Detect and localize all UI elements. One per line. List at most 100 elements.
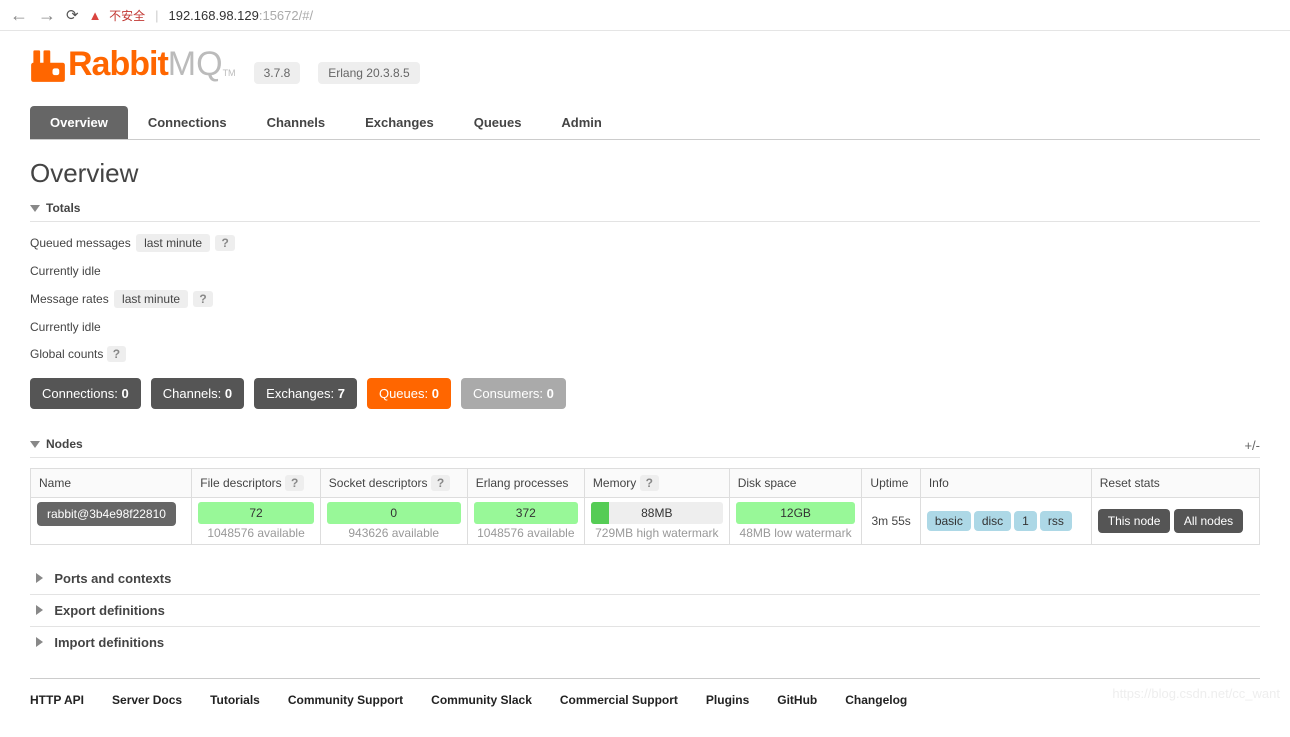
chevron-down-icon xyxy=(30,441,40,448)
col-info[interactable]: Info xyxy=(920,469,1091,498)
section-import-toggle[interactable]: Import definitions xyxy=(30,627,1260,658)
main-tabs: Overview Connections Channels Exchanges … xyxy=(30,106,1260,140)
footer-github[interactable]: GitHub xyxy=(777,693,817,707)
queued-messages-row: Queued messages last minute ? xyxy=(30,234,1260,252)
section-export-toggle[interactable]: Export definitions xyxy=(30,595,1260,627)
node-name[interactable]: rabbit@3b4e98f22810 xyxy=(37,502,176,526)
tab-connections[interactable]: Connections xyxy=(128,106,247,139)
footer-server-docs[interactable]: Server Docs xyxy=(112,693,182,707)
tab-queues[interactable]: Queues xyxy=(454,106,542,139)
browser-chrome: ← → ⟳ ▲ 不安全 | 192.168.98.129:15672/#/ xyxy=(0,0,1290,31)
tab-overview[interactable]: Overview xyxy=(30,106,128,139)
disk-bar: 12GB xyxy=(736,502,856,524)
reload-icon[interactable]: ⟳ xyxy=(66,6,79,24)
chevron-down-icon xyxy=(30,205,40,212)
section-totals-toggle[interactable]: Totals xyxy=(30,197,1260,222)
badge-exchanges[interactable]: Exchanges: 7 xyxy=(254,378,357,409)
fd-available: 1048576 available xyxy=(198,526,313,540)
footer-community-slack[interactable]: Community Slack xyxy=(431,693,532,707)
rates-idle: Currently idle xyxy=(30,320,1260,334)
chevron-right-icon xyxy=(36,637,43,647)
info-rss[interactable]: rss xyxy=(1040,511,1072,531)
footer-community-support[interactable]: Community Support xyxy=(288,693,403,707)
footer-http-api[interactable]: HTTP API xyxy=(30,693,84,707)
address-bar[interactable]: 192.168.98.129:15672/#/ xyxy=(168,8,313,23)
ep-available: 1048576 available xyxy=(474,526,578,540)
section-export-title: Export definitions xyxy=(54,603,165,618)
col-uptime[interactable]: Uptime xyxy=(862,469,920,498)
url-path: :15672/#/ xyxy=(259,8,313,23)
columns-toggle[interactable]: +/- xyxy=(1244,438,1260,453)
col-name[interactable]: Name xyxy=(31,469,192,498)
sd-available: 943626 available xyxy=(327,526,461,540)
help-icon[interactable]: ? xyxy=(107,346,126,362)
help-icon[interactable]: ? xyxy=(431,475,450,491)
section-nodes-title: Nodes xyxy=(46,437,83,451)
col-sd[interactable]: Socket descriptors ? xyxy=(320,469,467,498)
col-mem[interactable]: Memory ? xyxy=(584,469,729,498)
help-icon[interactable]: ? xyxy=(640,475,659,491)
warning-icon: ▲ xyxy=(89,8,102,23)
footer-tutorials[interactable]: Tutorials xyxy=(210,693,260,707)
security-indicator[interactable]: ▲ 不安全 xyxy=(89,7,146,24)
table-row: rabbit@3b4e98f22810 72 1048576 available… xyxy=(31,498,1260,545)
memory-watermark: 729MB high watermark xyxy=(591,526,723,540)
sd-bar: 0 xyxy=(327,502,461,524)
forward-icon[interactable]: → xyxy=(38,6,56,24)
message-rates-label: Message rates xyxy=(30,292,109,306)
queued-range-select[interactable]: last minute xyxy=(136,234,210,252)
help-icon[interactable]: ? xyxy=(285,475,304,491)
uptime-value: 3m 55s xyxy=(862,498,920,545)
rabbitmq-icon xyxy=(30,47,66,83)
chevron-right-icon xyxy=(36,605,43,615)
tab-exchanges[interactable]: Exchanges xyxy=(345,106,454,139)
app-header: RabbitMQ TM 3.7.8 Erlang 20.3.8.5 xyxy=(30,45,1260,84)
url-host: 192.168.98.129 xyxy=(168,8,258,23)
tab-channels[interactable]: Channels xyxy=(247,106,346,139)
badge-queues[interactable]: Queues: 0 xyxy=(367,378,451,409)
section-ports-toggle[interactable]: Ports and contexts xyxy=(30,563,1260,595)
trademark: TM xyxy=(223,68,236,78)
watermark: https://blog.csdn.net/cc_want xyxy=(1112,686,1280,701)
erlang-pill: Erlang 20.3.8.5 xyxy=(318,62,419,84)
col-reset[interactable]: Reset stats xyxy=(1091,469,1259,498)
separator: | xyxy=(155,8,158,23)
col-disk[interactable]: Disk space xyxy=(729,469,862,498)
tab-admin[interactable]: Admin xyxy=(541,106,621,139)
footer-links: HTTP API Server Docs Tutorials Community… xyxy=(30,678,1260,737)
chevron-right-icon xyxy=(36,573,43,583)
insecure-label: 不安全 xyxy=(109,9,145,23)
info-basic[interactable]: basic xyxy=(927,511,971,531)
footer-changelog[interactable]: Changelog xyxy=(845,693,907,707)
info-one[interactable]: 1 xyxy=(1014,511,1037,531)
version-pill: 3.7.8 xyxy=(254,62,301,84)
badge-consumers[interactable]: Consumers: 0 xyxy=(461,378,566,409)
reset-this-node-button[interactable]: This node xyxy=(1098,509,1171,533)
disk-watermark: 48MB low watermark xyxy=(736,526,856,540)
ep-bar: 372 xyxy=(474,502,578,524)
help-icon[interactable]: ? xyxy=(193,291,212,307)
rates-range-select[interactable]: last minute xyxy=(114,290,188,308)
section-totals-title: Totals xyxy=(46,201,80,215)
col-ep[interactable]: Erlang processes xyxy=(467,469,584,498)
brand-text-b: MQ xyxy=(168,45,223,84)
rabbitmq-logo[interactable]: RabbitMQ TM xyxy=(30,45,236,84)
back-icon[interactable]: ← xyxy=(10,6,28,24)
global-counts-label: Global counts xyxy=(30,347,103,361)
col-fd[interactable]: File descriptors ? xyxy=(192,469,320,498)
fd-bar: 72 xyxy=(198,502,313,524)
footer-commercial[interactable]: Commercial Support xyxy=(560,693,678,707)
badge-channels[interactable]: Channels: 0 xyxy=(151,378,244,409)
section-nodes-toggle[interactable]: Nodes xyxy=(30,433,1260,458)
queued-idle: Currently idle xyxy=(30,264,1260,278)
section-ports-title: Ports and contexts xyxy=(54,571,171,586)
message-rates-row: Message rates last minute ? xyxy=(30,290,1260,308)
page-title: Overview xyxy=(30,158,1260,189)
section-import-title: Import definitions xyxy=(54,635,164,650)
help-icon[interactable]: ? xyxy=(215,235,234,251)
badge-connections[interactable]: Connections: 0 xyxy=(30,378,141,409)
reset-all-nodes-button[interactable]: All nodes xyxy=(1174,509,1243,533)
footer-plugins[interactable]: Plugins xyxy=(706,693,749,707)
info-disc[interactable]: disc xyxy=(974,511,1011,531)
memory-bar: 88MB xyxy=(591,502,723,524)
